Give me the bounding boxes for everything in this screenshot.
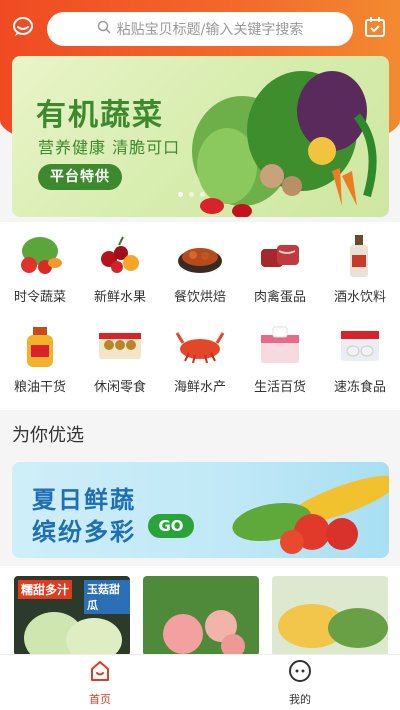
app-header: 粘贴宝贝标题/输入关键字搜索 xyxy=(0,0,400,56)
vegetables-icon xyxy=(13,230,67,280)
promo-line-1: 夏日鲜蔬 xyxy=(32,486,136,514)
vegetables-illustration xyxy=(192,71,377,217)
product-tag: 糯甜多汁 xyxy=(18,580,73,599)
category-label: 餐饮烘焙 xyxy=(173,290,226,305)
banner-button[interactable]: 平台特供 xyxy=(38,164,122,190)
tab-label: 我的 xyxy=(289,693,311,706)
calendar-check-icon[interactable] xyxy=(362,14,388,40)
seafood-icon xyxy=(173,320,227,370)
oil-icon xyxy=(13,320,67,370)
product-list: 糯甜多汁 玉菇甜瓜 xyxy=(0,566,400,656)
category-label: 海鲜水产 xyxy=(173,380,226,395)
tab-profile[interactable]: 我的 xyxy=(260,659,340,707)
meat-icon xyxy=(253,230,307,280)
home-icon xyxy=(88,659,112,687)
search-icon xyxy=(97,20,111,38)
category-frozen-food[interactable]: 速冻食品 xyxy=(320,320,400,395)
promo-vegetables-illustration xyxy=(232,475,389,554)
tab-label: 首页 xyxy=(89,693,111,706)
product-image xyxy=(272,576,388,656)
banner-title: 有机蔬菜 xyxy=(36,98,164,133)
category-oil[interactable]: 粮油干货 xyxy=(0,320,80,395)
product-image xyxy=(143,576,259,656)
promo-go-button[interactable]: GO xyxy=(148,514,194,538)
category-label: 生活百货 xyxy=(253,380,306,395)
product-card[interactable] xyxy=(143,576,259,656)
fruits-icon xyxy=(93,230,147,280)
search-input[interactable]: 粘贴宝贝标题/输入关键字搜索 xyxy=(47,12,353,46)
category-label: 时令蔬菜 xyxy=(13,290,66,305)
product-card[interactable] xyxy=(272,576,388,656)
pagination-dot xyxy=(189,192,194,197)
category-meat[interactable]: 肉禽蛋品 xyxy=(240,230,320,305)
profile-icon xyxy=(288,659,312,687)
pagination-dot xyxy=(200,192,205,197)
category-seafood[interactable]: 海鲜水产 xyxy=(160,320,240,395)
snacks-icon xyxy=(93,320,147,370)
search-placeholder: 粘贴宝贝标题/输入关键字搜索 xyxy=(116,22,304,38)
category-drinks[interactable]: 酒水饮料 xyxy=(320,230,400,305)
pagination-dot xyxy=(178,192,183,197)
banner-subtitle: 营养健康 清脆可口 xyxy=(38,138,181,157)
category-vegetables[interactable]: 时令蔬菜 xyxy=(0,230,80,305)
section-title: 为你优选 xyxy=(12,425,84,446)
promo-banner[interactable]: 夏日鲜蔬 缤纷多彩 GO xyxy=(12,462,389,558)
food-icon xyxy=(173,230,227,280)
category-snacks[interactable]: 休闲零食 xyxy=(80,320,160,395)
tab-home[interactable]: 首页 xyxy=(60,659,140,707)
category-label: 酒水饮料 xyxy=(333,290,386,305)
category-label: 速冻食品 xyxy=(333,380,386,395)
category-label: 新鲜水果 xyxy=(93,290,146,305)
category-daily-goods[interactable]: 生活百货 xyxy=(240,320,320,395)
chat-bubble-icon[interactable] xyxy=(10,14,36,40)
category-label: 粮油干货 xyxy=(13,380,66,395)
product-tag: 玉菇甜瓜 xyxy=(84,580,130,614)
category-grid: 时令蔬菜 新鲜水果 餐饮烘焙 肉禽蛋品 酒水饮料 粮油干货 休闲零食 海鲜水产 … xyxy=(0,222,400,410)
daily-goods-icon xyxy=(253,320,307,370)
hero-banner[interactable]: 有机蔬菜 营养健康 清脆可口 平台特供 xyxy=(12,56,389,217)
promo-line-2: 缤纷多彩 xyxy=(32,518,136,546)
category-food[interactable]: 餐饮烘焙 xyxy=(160,230,240,305)
category-label: 休闲零食 xyxy=(93,380,146,395)
bottom-tab-bar: 首页 我的 xyxy=(0,654,400,710)
frozen-food-icon xyxy=(333,320,387,370)
category-label: 肉禽蛋品 xyxy=(253,290,306,305)
drinks-icon xyxy=(333,230,387,280)
category-fruits[interactable]: 新鲜水果 xyxy=(80,230,160,305)
banner-pagination xyxy=(178,192,205,197)
product-card[interactable]: 糯甜多汁 玉菇甜瓜 xyxy=(14,576,130,656)
